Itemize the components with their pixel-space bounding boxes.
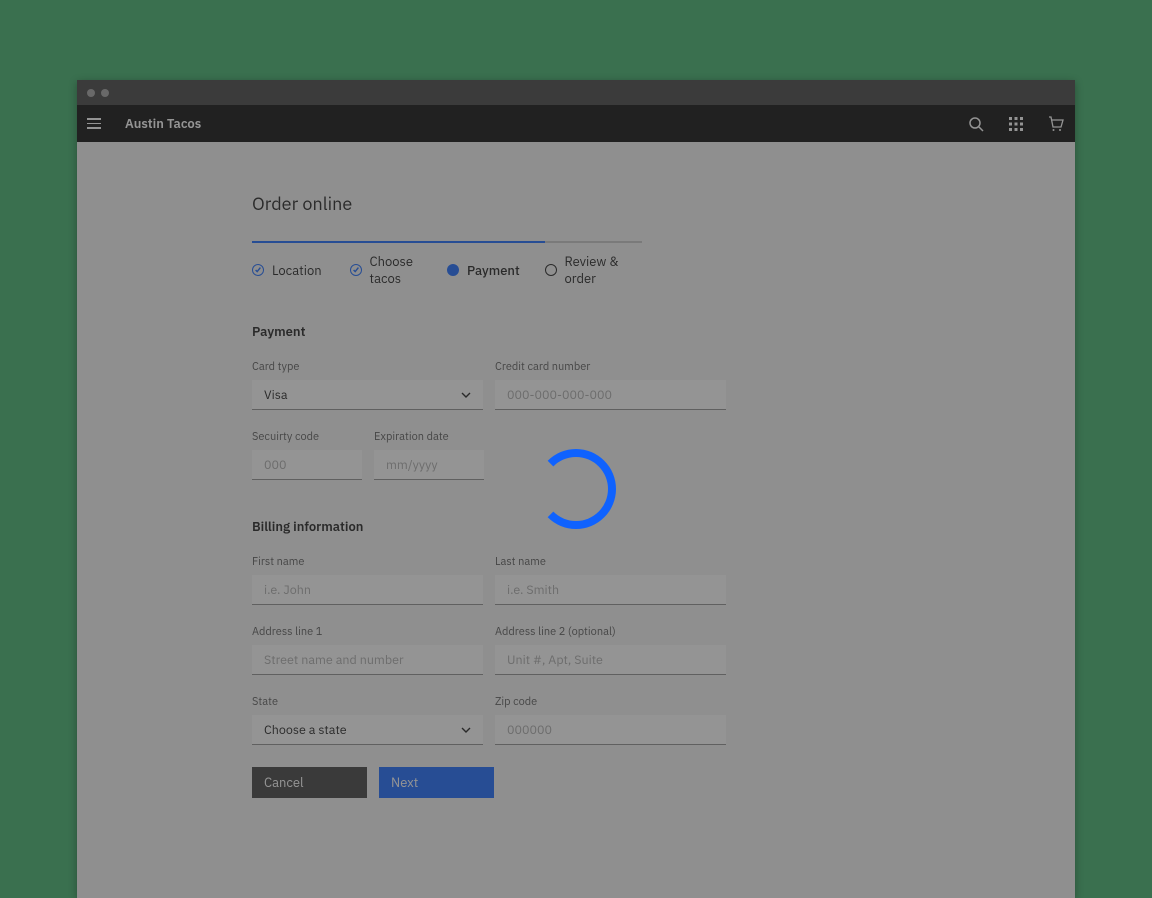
card-type-value: Visa [264, 387, 288, 403]
zip-input[interactable] [495, 715, 726, 745]
step-location[interactable]: Location [252, 241, 350, 287]
step-label: Choose tacos [370, 253, 448, 287]
window-dot[interactable] [87, 89, 95, 97]
address2-label: Address line 2 (optional) [495, 625, 726, 639]
first-name-label: First name [252, 555, 483, 569]
address1-input[interactable] [252, 645, 483, 675]
app-header: Austin Tacos [77, 105, 1075, 142]
payment-section-title: Payment [252, 323, 726, 340]
step-label: Payment [467, 262, 520, 279]
chevron-down-icon [461, 392, 471, 398]
current-step-icon [447, 264, 459, 276]
menu-icon[interactable] [87, 114, 107, 134]
future-step-icon [545, 264, 557, 276]
security-code-label: Secuirty code [252, 430, 362, 444]
step-label: Review & order [565, 253, 643, 287]
state-label: State [252, 695, 483, 709]
step-payment[interactable]: Payment [447, 241, 545, 287]
billing-section-title: Billing information [252, 518, 726, 535]
page-title: Order online [252, 192, 726, 215]
chevron-down-icon [461, 727, 471, 733]
state-select[interactable]: Choose a state [252, 715, 483, 745]
zip-label: Zip code [495, 695, 726, 709]
address1-label: Address line 1 [252, 625, 483, 639]
search-icon[interactable] [967, 115, 985, 133]
progress-steps: Location Choose tacos Payment Review & o… [252, 239, 642, 287]
card-number-label: Credit card number [495, 360, 726, 374]
step-label: Location [272, 262, 322, 279]
cancel-button[interactable]: Cancel [252, 767, 367, 798]
checkmark-icon [350, 264, 362, 276]
security-code-input[interactable] [252, 450, 362, 480]
card-number-input[interactable] [495, 380, 726, 410]
brand-title: Austin Tacos [125, 115, 201, 132]
next-button[interactable]: Next [379, 767, 494, 798]
last-name-input[interactable] [495, 575, 726, 605]
state-value: Choose a state [264, 722, 347, 738]
card-type-label: Card type [252, 360, 483, 374]
step-review-order[interactable]: Review & order [545, 241, 643, 287]
cart-icon[interactable] [1047, 115, 1065, 133]
card-type-select[interactable]: Visa [252, 380, 483, 410]
apps-icon[interactable] [1007, 115, 1025, 133]
address2-input[interactable] [495, 645, 726, 675]
last-name-label: Last name [495, 555, 726, 569]
checkmark-icon [252, 264, 264, 276]
expiry-input[interactable] [374, 450, 484, 480]
page-content: Order online Location Choose tacos P [77, 142, 1075, 898]
first-name-input[interactable] [252, 575, 483, 605]
step-choose-tacos[interactable]: Choose tacos [350, 241, 448, 287]
window-titlebar [77, 80, 1075, 105]
expiry-label: Expiration date [374, 430, 484, 444]
app-window: Austin Tacos [77, 80, 1075, 898]
window-dot[interactable] [101, 89, 109, 97]
